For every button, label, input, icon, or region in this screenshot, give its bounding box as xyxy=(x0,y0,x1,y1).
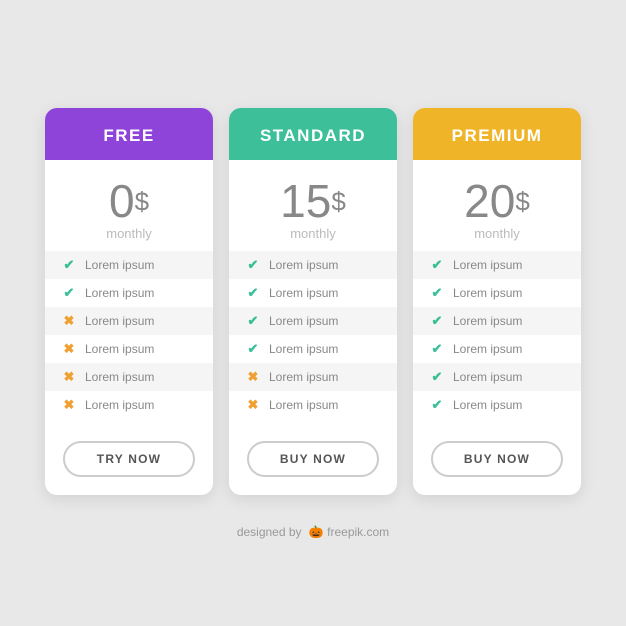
price-currency: $ xyxy=(135,186,149,216)
cross-icon: ✖ xyxy=(61,341,77,357)
check-icon: ✔ xyxy=(429,257,445,273)
feature-row: ✖ Lorem ipsum xyxy=(45,391,213,419)
feature-label: Lorem ipsum xyxy=(269,398,338,412)
check-icon: ✔ xyxy=(61,257,77,273)
feature-label: Lorem ipsum xyxy=(269,370,338,384)
feature-label: Lorem ipsum xyxy=(453,258,522,272)
check-icon: ✔ xyxy=(245,313,261,329)
feature-label: Lorem ipsum xyxy=(269,258,338,272)
plan-price-premium: 20$ monthly xyxy=(464,160,530,251)
cross-icon: ✖ xyxy=(61,369,77,385)
plan-card-free: FREE 0$ monthly ✔ Lorem ipsum ✔ Lorem ipsum… xyxy=(45,108,213,495)
feature-row: ✔ Lorem ipsum xyxy=(413,307,581,335)
check-icon: ✔ xyxy=(61,285,77,301)
plan-btn-wrap-standard: BUY NOW xyxy=(229,427,397,495)
plan-btn-standard[interactable]: BUY NOW xyxy=(247,441,379,477)
feature-row: ✖ Lorem ipsum xyxy=(45,363,213,391)
price-currency: $ xyxy=(515,186,529,216)
cross-icon: ✖ xyxy=(61,313,77,329)
check-icon: ✔ xyxy=(429,397,445,413)
check-icon: ✔ xyxy=(245,341,261,357)
feature-row: ✔ Lorem ipsum xyxy=(413,251,581,279)
plan-price-standard: 15$ monthly xyxy=(280,160,346,251)
feature-row: ✖ Lorem ipsum xyxy=(229,363,397,391)
plan-header-free: FREE xyxy=(45,108,213,160)
plan-btn-free[interactable]: TRY NOW xyxy=(63,441,195,477)
feature-label: Lorem ipsum xyxy=(85,286,154,300)
check-icon: ✔ xyxy=(245,285,261,301)
footer-credit: designed by 🎃 freepik.com xyxy=(235,525,391,539)
feature-label: Lorem ipsum xyxy=(269,314,338,328)
feature-label: Lorem ipsum xyxy=(453,370,522,384)
feature-row: ✔ Lorem ipsum xyxy=(229,335,397,363)
price-amount: 0 xyxy=(109,175,135,227)
price-period: monthly xyxy=(106,226,152,241)
price-period: monthly xyxy=(464,226,530,241)
plan-header-premium: PREMIUM xyxy=(413,108,581,160)
plan-features-standard: ✔ Lorem ipsum ✔ Lorem ipsum ✔ Lorem ipsum ✔ Lor… xyxy=(229,251,397,427)
plan-features-free: ✔ Lorem ipsum ✔ Lorem ipsum ✖ Lorem ipsum ✖ Lor… xyxy=(45,251,213,427)
cross-icon: ✖ xyxy=(245,369,261,385)
feature-label: Lorem ipsum xyxy=(453,342,522,356)
plan-header-standard: STANDARD xyxy=(229,108,397,160)
feature-row: ✔ Lorem ipsum xyxy=(413,391,581,419)
feature-row: ✔ Lorem ipsum xyxy=(413,363,581,391)
plan-btn-wrap-free: TRY NOW xyxy=(45,427,213,495)
check-icon: ✔ xyxy=(429,341,445,357)
footer-label: designed by xyxy=(237,525,302,539)
feature-row: ✖ Lorem ipsum xyxy=(45,307,213,335)
price-amount: 20 xyxy=(464,175,515,227)
feature-label: Lorem ipsum xyxy=(85,370,154,384)
check-icon: ✔ xyxy=(429,313,445,329)
footer-brand: 🎃 freepik.com xyxy=(309,525,389,539)
feature-label: Lorem ipsum xyxy=(85,398,154,412)
plan-card-standard: STANDARD 15$ monthly ✔ Lorem ipsum ✔ Lorem … xyxy=(229,108,397,495)
feature-label: Lorem ipsum xyxy=(85,258,154,272)
plan-btn-wrap-premium: BUY NOW xyxy=(413,427,581,495)
plan-btn-premium[interactable]: BUY NOW xyxy=(431,441,563,477)
feature-row: ✔ Lorem ipsum xyxy=(229,251,397,279)
feature-label: Lorem ipsum xyxy=(453,286,522,300)
plan-card-premium: PREMIUM 20$ monthly ✔ Lorem ipsum ✔ Lorem i… xyxy=(413,108,581,495)
feature-label: Lorem ipsum xyxy=(269,286,338,300)
plan-price-free: 0$ monthly xyxy=(106,160,152,251)
check-icon: ✔ xyxy=(429,285,445,301)
cross-icon: ✖ xyxy=(61,397,77,413)
feature-row: ✖ Lorem ipsum xyxy=(45,335,213,363)
plan-features-premium: ✔ Lorem ipsum ✔ Lorem ipsum ✔ Lorem ipsum ✔ Lor… xyxy=(413,251,581,427)
feature-label: Lorem ipsum xyxy=(85,342,154,356)
feature-label: Lorem ipsum xyxy=(453,314,522,328)
feature-row: ✔ Lorem ipsum xyxy=(229,279,397,307)
feature-row: ✔ Lorem ipsum xyxy=(413,279,581,307)
pricing-container: FREE 0$ monthly ✔Lorem ipsum✔Lorem ipsum… xyxy=(25,88,601,515)
check-icon: ✔ xyxy=(429,369,445,385)
price-currency: $ xyxy=(331,186,345,216)
feature-row: ✖ Lorem ipsum xyxy=(229,391,397,419)
price-period: monthly xyxy=(280,226,346,241)
feature-row: ✔ Lorem ipsum xyxy=(45,251,213,279)
feature-label: Lorem ipsum xyxy=(453,398,522,412)
price-amount: 15 xyxy=(280,175,331,227)
cross-icon: ✖ xyxy=(245,397,261,413)
feature-row: ✔ Lorem ipsum xyxy=(229,307,397,335)
feature-label: Lorem ipsum xyxy=(269,342,338,356)
check-icon: ✔ xyxy=(245,257,261,273)
feature-row: ✔ Lorem ipsum xyxy=(45,279,213,307)
feature-label: Lorem ipsum xyxy=(85,314,154,328)
feature-row: ✔ Lorem ipsum xyxy=(413,335,581,363)
